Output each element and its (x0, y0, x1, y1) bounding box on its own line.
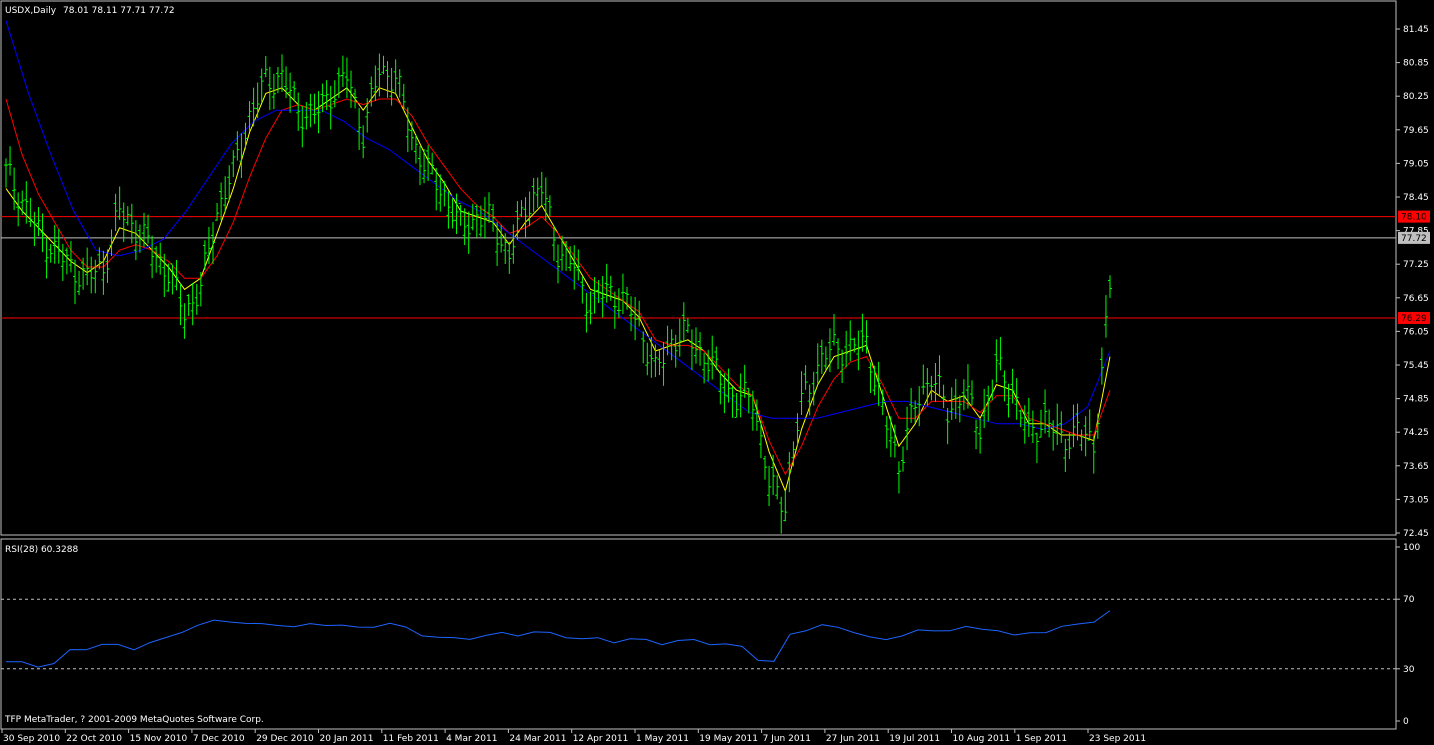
chart-canvas: 81.4580.8580.2579.6579.0578.4577.8577.25… (0, 0, 1430, 744)
level-price-label: 78.10 (1401, 213, 1427, 223)
ohlc-header: 78.01 78.11 77.71 77.72 (63, 6, 175, 16)
level-price-label: 76.29 (1401, 314, 1427, 324)
y-tick-label: 79.65 (1403, 126, 1429, 136)
y-tick-label: 73.65 (1403, 462, 1429, 472)
y-tick-label: 79.05 (1403, 159, 1429, 169)
y-tick-label: 74.25 (1403, 428, 1429, 438)
ma-slow-line (5, 20, 1111, 430)
x-tick-label: 12 Apr 2011 (573, 734, 629, 744)
y-tick-label: 74.85 (1403, 395, 1429, 405)
x-tick-label: 10 Aug 2011 (953, 734, 1011, 744)
chart-title: USDX,Daily (5, 6, 57, 16)
rsi-tick-label: 30 (1403, 665, 1415, 675)
y-tick-label: 76.65 (1403, 294, 1429, 304)
x-tick-label: 7 Dec 2010 (193, 734, 245, 744)
rsi-panel-frame (0, 538, 1397, 730)
ma-fast-line (5, 87, 1111, 493)
x-tick-label: 27 Jun 2011 (826, 734, 880, 744)
y-tick-label: 75.45 (1403, 361, 1429, 371)
ma-mid-line (5, 98, 1111, 476)
x-tick-label: 29 Dec 2010 (256, 734, 314, 744)
y-tick-label: 78.45 (1403, 193, 1429, 203)
x-tick-label: 30 Sep 2010 (3, 734, 60, 744)
level-price-label: 77.72 (1401, 234, 1427, 244)
x-tick-label: 23 Sep 2011 (1089, 734, 1146, 744)
x-tick-label: 7 Jun 2011 (763, 734, 811, 744)
rsi-line-layer (6, 610, 1111, 668)
x-tick-label: 20 Jan 2011 (320, 734, 374, 744)
x-tick-label: 15 Nov 2010 (130, 734, 188, 744)
rsi-tick-label: 70 (1403, 595, 1415, 605)
price-bars-layer (4, 53, 1112, 534)
main-panel-frame (0, 0, 1397, 536)
rsi-tick-label: 100 (1403, 543, 1420, 553)
grid-layer (1, 216, 1396, 670)
y-tick-label: 72.45 (1403, 529, 1429, 539)
rsi-tick-label: 0 (1403, 717, 1409, 727)
y-tick-label: 80.85 (1403, 59, 1429, 69)
y-tick-label: 77.25 (1403, 260, 1429, 270)
x-tick-label: 22 Oct 2010 (66, 734, 122, 744)
x-tick-label: 4 Mar 2011 (446, 734, 497, 744)
y-tick-label: 73.05 (1403, 495, 1429, 505)
y-tick-label: 80.25 (1403, 92, 1429, 102)
x-tick-label: 19 Jul 2011 (889, 734, 940, 744)
axis-layer: 81.4580.8580.2579.6579.0578.4577.8577.25… (1, 25, 1430, 744)
copyright-footer: TFP MetaTrader, ? 2001-2009 MetaQuotes S… (4, 715, 264, 725)
x-tick-label: 19 May 2011 (699, 734, 758, 744)
x-tick-label: 1 Sep 2011 (1016, 734, 1067, 744)
rsi-line (6, 610, 1111, 668)
x-tick-label: 11 Feb 2011 (383, 734, 439, 744)
y-tick-label: 76.05 (1403, 327, 1429, 337)
y-tick-label: 81.45 (1403, 25, 1429, 35)
x-tick-label: 1 May 2011 (636, 734, 689, 744)
x-tick-label: 24 Mar 2011 (509, 734, 566, 744)
rsi-title: RSI(28) 60.3288 (5, 545, 78, 555)
